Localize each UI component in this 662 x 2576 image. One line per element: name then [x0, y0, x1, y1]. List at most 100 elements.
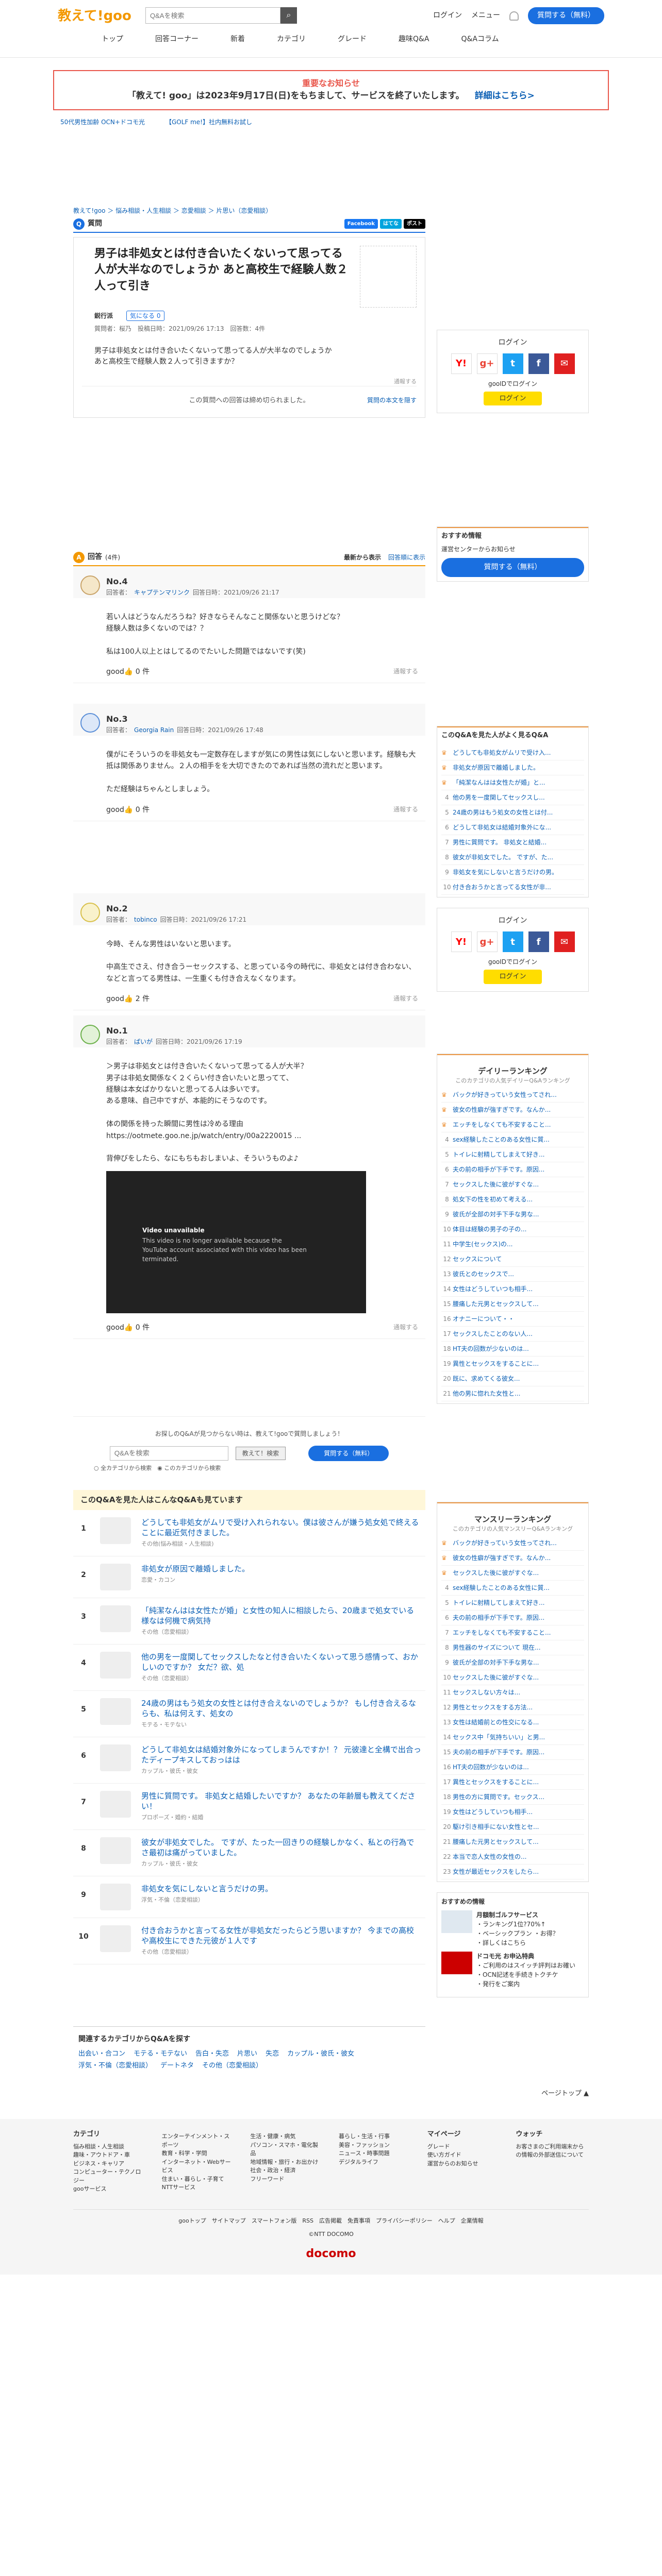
related-title-link[interactable]: 他の男を一度関してセックスしたなと付き合いたくないって思う感情って、おかしいので…	[141, 1652, 421, 1673]
footer-link[interactable]: コンピューター・テクノロジー	[73, 2168, 146, 2185]
twitter-icon[interactable]: t	[502, 931, 523, 952]
daily-ranking-link[interactable]: トイレに射精してしまえて好き...	[453, 1150, 545, 1159]
report-link[interactable]: 通報する	[393, 667, 418, 677]
daily-ranking-item[interactable]: 4 sex経験したことのある女性に質...	[441, 1132, 584, 1147]
also-viewed-link[interactable]: 男性に質問です。 非処女と結婚...	[453, 838, 547, 847]
daily-ranking-link[interactable]: 彼氏が全部の対手下手な男な...	[453, 1210, 539, 1219]
related-title-link[interactable]: 24歳の男はもう処女の女性とは付き合えないのでしょうか？ もし付き合えるならも、…	[141, 1698, 421, 1719]
daily-ranking-item[interactable]: 10 体目は経験の男子の子の...	[441, 1222, 584, 1237]
monthly-ranking-item[interactable]: 19 女性はどうしていつも相手...	[441, 1805, 584, 1820]
daily-ranking-item[interactable]: 12 セックスについて	[441, 1252, 584, 1267]
facebook-icon[interactable]: f	[528, 353, 549, 374]
monthly-ranking-link[interactable]: 本当で恋人女性の女性の...	[453, 1852, 526, 1861]
recommend-link[interactable]: 運営センターからお知らせ	[437, 545, 588, 554]
x-share-button[interactable]: ポスト	[404, 219, 425, 229]
footer-link[interactable]: 社会・政治・経済	[250, 2166, 323, 2175]
daily-ranking-item[interactable]: 17 セックスしたことのない人...	[441, 1327, 584, 1342]
daily-ranking-item[interactable]: ♛ エッチをしなくても不安すること...	[441, 1117, 584, 1132]
promo-link[interactable]: 【GOLF me!】社内無料お試し	[166, 117, 252, 127]
also-viewed-item[interactable]: 6 どうして非処女は結婚対象外にな...	[441, 820, 584, 835]
nav-answer-corner[interactable]: 回答コーナー	[155, 34, 198, 45]
also-viewed-item[interactable]: ♛ 「純潔なんはは女性たが婚」と...	[441, 775, 584, 790]
monthly-ranking-link[interactable]: エッチをしなくても不安すること...	[453, 1628, 551, 1637]
daily-ranking-item[interactable]: 8 処女下の性を初めて考える...	[441, 1192, 584, 1207]
daily-ranking-link[interactable]: 彼氏とのセックスで...	[453, 1269, 514, 1279]
daily-ranking-item[interactable]: 9 彼氏が全部の対手下手な男な...	[441, 1207, 584, 1222]
footer-link[interactable]: インターネット・Webサービス	[162, 2158, 235, 2175]
nav-grade[interactable]: グレード	[338, 34, 367, 45]
related-title-link[interactable]: 彼女が非処女でした。 ですが、たった一回きりの経験しかなく、私との行為でさ最初は…	[141, 1837, 421, 1858]
daily-ranking-link[interactable]: 体目は経験の男子の子の...	[453, 1225, 526, 1234]
monthly-ranking-link[interactable]: 夫の前の相手が下手です。原因...	[453, 1748, 544, 1757]
monthly-ranking-item[interactable]: ♛ バックが好きっていう女性ってされ...	[441, 1536, 584, 1551]
footer-link[interactable]: フリーワード	[250, 2175, 323, 2184]
question-author[interactable]: 鋭行派	[94, 312, 113, 319]
related-title-link[interactable]: 「純潔なんはは女性たが婚」と女性の知人に相談したら、20歳まで処女でいる様なは何…	[141, 1605, 421, 1626]
answer-author[interactable]: ぱいが	[134, 1038, 153, 1045]
also-viewed-link[interactable]: 非処女を気にしないと言うだけの男。	[453, 868, 558, 877]
report-link[interactable]: 通報する	[393, 994, 418, 1005]
google-icon[interactable]: g+	[476, 353, 498, 374]
nav-qa-column[interactable]: Q&Aコラム	[461, 34, 499, 45]
also-viewed-item[interactable]: 9 非処女を気にしないと言うだけの男。	[441, 865, 584, 880]
related-title-link[interactable]: 非処女が原因で離婚しました。	[141, 1564, 250, 1574]
also-viewed-item[interactable]: ♛ 非処女が原因で離婚しました。	[441, 760, 584, 775]
daily-ranking-item[interactable]: 16 オナニーについて・・	[441, 1312, 584, 1327]
footer-link[interactable]: パソコン・スマホ・電化製品	[250, 2141, 323, 2158]
daily-ranking-link[interactable]: 処女下の性を初めて考える...	[453, 1195, 533, 1204]
category-link[interactable]: デートネタ	[160, 2061, 194, 2071]
category-link[interactable]: 告白・失恋	[195, 2049, 229, 2059]
good-button[interactable]: good👍 0 件	[106, 1323, 150, 1333]
category-link[interactable]: 失恋	[266, 2049, 279, 2059]
daily-ranking-link[interactable]: 夫の前の相手が下手です。原因...	[453, 1165, 544, 1174]
footer-link[interactable]: ニュース・時事問題	[339, 2149, 412, 2158]
pagetop-link[interactable]: ページトップ ▲	[73, 2089, 589, 2099]
monthly-ranking-item[interactable]: 8 男性器のサイズについて 現在...	[441, 1640, 584, 1655]
monthly-ranking-link[interactable]: 男性とセックスをする方法...	[453, 1703, 533, 1712]
footer-link[interactable]: 運営からのお知らせ	[427, 2160, 501, 2168]
daily-ranking-link[interactable]: 彼女の性癖が強すぎです。なんか...	[453, 1105, 551, 1114]
monthly-ranking-item[interactable]: 5 トイレに射精してしまえて好き...	[441, 1596, 584, 1611]
nav-hobby-qa[interactable]: 趣味Q&A	[399, 34, 429, 45]
docomo-mail-icon[interactable]: ✉	[554, 353, 575, 374]
related-item[interactable]: 3 「純潔なんはは女性たが婚」と女性の知人に相談したら、20歳まで処女でいる様なは…	[73, 1598, 425, 1645]
daily-ranking-item[interactable]: 21 他の男に惚れた女性と...	[441, 1386, 584, 1401]
hatena-share-button[interactable]: はてな	[380, 219, 402, 229]
daily-ranking-link[interactable]: 腰痛した元男とセックスして...	[453, 1299, 539, 1309]
related-item[interactable]: 8 彼女が非処女でした。 ですが、たった一回きりの経験しかなく、私との行為でさ最初…	[73, 1830, 425, 1876]
hide-body-link[interactable]: 質問の本文を隠す	[367, 396, 417, 405]
also-viewed-link[interactable]: 「純潔なんはは女性たが婚」と...	[453, 778, 545, 787]
monthly-ranking-link[interactable]: 彼女の性癖が強すぎです。なんか...	[453, 1553, 551, 1563]
monthly-ranking-item[interactable]: 16 HT夫の回数が少ないのは...	[441, 1760, 584, 1775]
good-button[interactable]: good👍 0 件	[106, 805, 150, 816]
answer-author[interactable]: キャプテンマリンク	[134, 589, 190, 596]
also-viewed-link[interactable]: 他の男を一度関してセックスし...	[453, 793, 545, 802]
also-viewed-link[interactable]: 非処女が原因で離婚しました。	[453, 763, 539, 772]
monthly-ranking-item[interactable]: 7 エッチをしなくても不安すること...	[441, 1625, 584, 1640]
answer-author[interactable]: tobinco	[134, 916, 157, 923]
daily-ranking-link[interactable]: HT夫の回数が少ないのは...	[453, 1344, 529, 1353]
category-link[interactable]: モテる・モテない	[134, 2049, 187, 2059]
facebook-icon[interactable]: f	[528, 931, 549, 952]
footer-link[interactable]: グレード	[427, 2143, 501, 2151]
daily-ranking-item[interactable]: 14 女性はどうしていつも相手...	[441, 1282, 584, 1297]
daily-ranking-item[interactable]: 18 HT夫の回数が少ないのは...	[441, 1342, 584, 1357]
footer-link[interactable]: 住まい・暮らし・子育て	[162, 2175, 235, 2184]
footer-link[interactable]: gooサービス	[73, 2185, 146, 2194]
footer-link[interactable]: 生活・健康・病気	[250, 2132, 323, 2141]
daily-ranking-item[interactable]: ♛ バックが好きっていう女性ってされ...	[441, 1088, 584, 1103]
sort-order[interactable]: 回答順に表示	[388, 553, 425, 562]
search-input[interactable]	[145, 7, 280, 24]
daily-ranking-link[interactable]: 異性とセックスをすることに...	[453, 1359, 539, 1368]
footer-link[interactable]: ビジネス・キャリア	[73, 2160, 146, 2168]
daily-ranking-item[interactable]: 13 彼氏とのセックスで...	[441, 1267, 584, 1282]
monthly-ranking-item[interactable]: 9 彼氏が全部の対手下手な男な...	[441, 1655, 584, 1670]
also-viewed-item[interactable]: 4 他の男を一度関してセックスし...	[441, 790, 584, 805]
monthly-ranking-item[interactable]: 10 セックスした後に彼がすぐな...	[441, 1670, 584, 1685]
monthly-ranking-link[interactable]: 駆け引き相手にない女性とセ...	[453, 1822, 539, 1832]
monthly-ranking-link[interactable]: セックスした後に彼がすぐな...	[453, 1568, 539, 1578]
nav-new[interactable]: 新着	[230, 34, 245, 45]
footer-link[interactable]: 使い方ガイド	[427, 2151, 501, 2160]
footer-link[interactable]: 地域情報・旅行・お出かけ	[250, 2158, 323, 2167]
monthly-ranking-item[interactable]: 14 セックス中「気持ちいい」と男...	[441, 1730, 584, 1745]
